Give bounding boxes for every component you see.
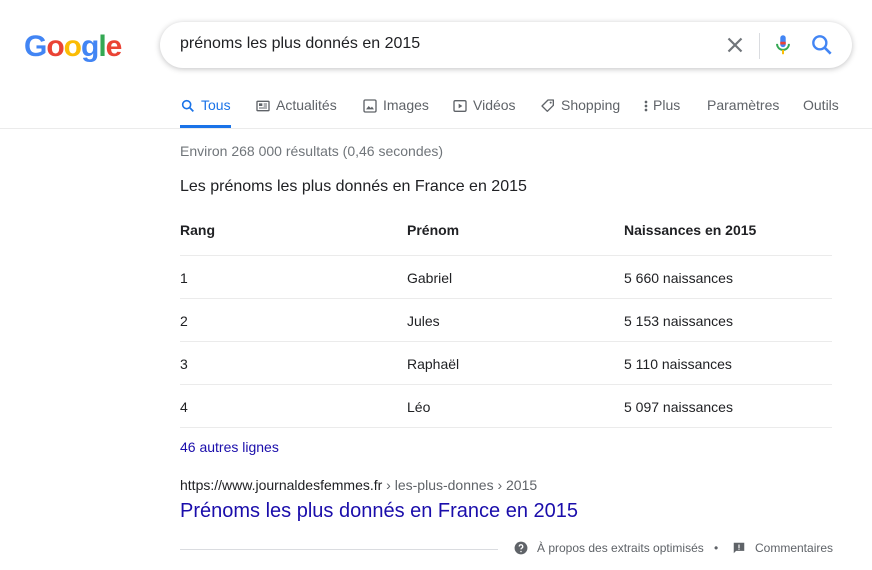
table-row: 3 Raphaël 5 110 naissances (180, 342, 832, 385)
logo-letter: e (105, 30, 123, 63)
google-logo[interactable]: Google (24, 30, 123, 64)
result-url-base: https://www.journaldesfemmes.fr (180, 477, 383, 493)
table-row: 4 Léo 5 097 naissances (180, 385, 832, 428)
table-row: 2 Jules 5 153 naissances (180, 299, 832, 342)
mic-icon[interactable] (770, 32, 796, 58)
tab-label: Images (383, 97, 429, 113)
footer-divider (180, 549, 498, 550)
table-cell: Gabriel (407, 270, 453, 286)
search-input[interactable]: prénoms les plus donnés en 2015 (180, 35, 420, 53)
table-cell: 5 660 naissances (624, 270, 733, 286)
tab-label: Plus (653, 97, 681, 113)
logo-letter: G (24, 30, 47, 63)
close-icon[interactable] (722, 32, 748, 58)
result-stats: Environ 268 000 résultats (0,46 secondes… (180, 143, 444, 159)
tab-label: Vidéos (473, 97, 516, 113)
image-icon (362, 98, 378, 114)
tab-label: Actualités (276, 97, 337, 113)
table-cell: Jules (407, 313, 440, 329)
table-cell: Léo (407, 399, 431, 415)
column-header: Naissances en 2015 (624, 222, 757, 238)
tab-label: Outils (803, 97, 839, 113)
column-header: Prénom (407, 222, 460, 238)
logo-letter: l (98, 30, 106, 63)
video-icon (452, 98, 468, 114)
feedback-icon (732, 541, 746, 555)
help-icon (514, 541, 528, 555)
tag-icon (540, 98, 556, 114)
tab-actualites[interactable]: Actualités (255, 97, 337, 128)
table-cell: 3 (180, 356, 188, 372)
table-row: 1 Gabriel 5 660 naissances (180, 256, 832, 299)
search-icon[interactable] (809, 32, 835, 58)
news-icon (255, 98, 271, 114)
result-url-breadcrumbs: › les-plus-donnes › 2015 (382, 477, 538, 493)
table-cell: 4 (180, 399, 188, 415)
more-vert-icon (642, 98, 650, 114)
featured-snippet-table: Rang Prénom Naissances en 2015 1 Gabriel… (180, 212, 832, 428)
more-rows-link[interactable]: 46 autres lignes (180, 439, 279, 455)
tab-label: Shopping (561, 97, 621, 113)
table-cell: 5 153 naissances (624, 313, 733, 329)
tab-shopping[interactable]: Shopping (540, 97, 620, 128)
logo-letter: o (46, 30, 64, 63)
search-box[interactable]: prénoms les plus donnés en 2015 (160, 22, 852, 68)
tab-images[interactable]: Images (362, 97, 429, 128)
tab-label: Tous (201, 97, 231, 113)
column-header: Rang (180, 222, 215, 238)
tab-plus[interactable]: Plus (642, 97, 680, 128)
result-title-link[interactable]: Prénoms les plus donnés en France en 201… (180, 500, 578, 523)
tab-outils[interactable]: Outils (803, 97, 839, 128)
tab-videos[interactable]: Vidéos (452, 97, 516, 128)
feedback-label: Commentaires (755, 541, 834, 555)
tabs-divider (0, 128, 872, 129)
table-cell: Raphaël (407, 356, 460, 372)
tab-tous[interactable]: Tous (180, 97, 231, 128)
logo-letter: o (63, 30, 82, 63)
about-snippets-link[interactable]: À propos des extraits optimisés (514, 541, 704, 555)
feedback-link[interactable]: Commentaires (732, 541, 833, 555)
about-snippets-label: À propos des extraits optimisés (537, 541, 704, 555)
tab-parametres[interactable]: Paramètres (707, 97, 779, 128)
footer-separator: • (714, 541, 719, 555)
search-divider (759, 33, 760, 59)
logo-letter: g (81, 30, 99, 63)
tab-label: Paramètres (707, 97, 780, 113)
table-header: Rang Prénom Naissances en 2015 (180, 212, 832, 256)
result-url[interactable]: https://www.journaldesfemmes.fr › les-pl… (180, 477, 537, 493)
table-cell: 2 (180, 313, 188, 329)
featured-snippet-title: Les prénoms les plus donnés en France en… (180, 178, 527, 195)
table-cell: 1 (180, 270, 188, 286)
table-cell: 5 097 naissances (624, 399, 733, 415)
search-icon (180, 98, 196, 114)
table-cell: 5 110 naissances (624, 356, 732, 372)
